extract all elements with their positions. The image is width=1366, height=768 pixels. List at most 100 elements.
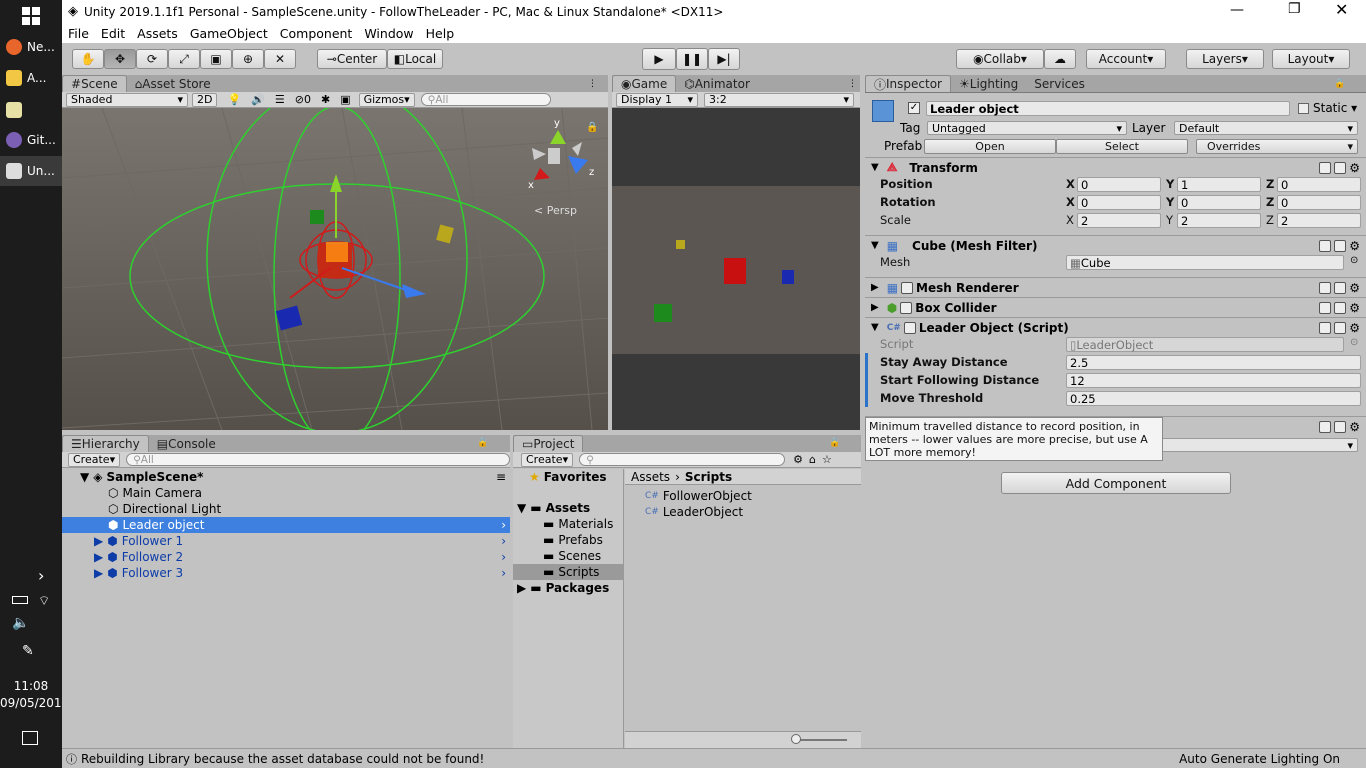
collab-button[interactable]: ◉ Collab ▾ bbox=[956, 49, 1044, 69]
menu-component[interactable]: Component bbox=[280, 26, 353, 41]
follower-cube-green[interactable] bbox=[310, 210, 324, 224]
chevron-right-icon[interactable]: › bbox=[501, 518, 506, 532]
chevron-right-icon[interactable]: › bbox=[38, 566, 44, 585]
hierarchy-item-follower-1[interactable]: ▶ ⬢ Follower 1 › bbox=[62, 533, 510, 549]
filter-label-icon[interactable]: ⌂ bbox=[809, 453, 816, 466]
hierarchy-create-dropdown[interactable]: Create ▾ bbox=[68, 452, 121, 467]
taskbar-item-git[interactable]: Git... bbox=[0, 125, 62, 155]
menu-assets[interactable]: Assets bbox=[137, 26, 178, 41]
rect-tool-button[interactable]: ▣ bbox=[200, 49, 232, 69]
taskbar-item-notepad[interactable] bbox=[0, 95, 62, 125]
prefab-overrides-dropdown[interactable]: Overrides ▾ bbox=[1196, 139, 1358, 154]
battery-icon[interactable] bbox=[12, 596, 28, 604]
layers-button[interactable]: Layers ▾ bbox=[1186, 49, 1264, 69]
wifi-icon[interactable]: ⌔ bbox=[38, 593, 50, 609]
cloud-button[interactable]: ☁ bbox=[1044, 49, 1076, 69]
stay-away-distance-field[interactable]: 2.5 bbox=[1066, 355, 1361, 370]
position-y-field[interactable]: 1 bbox=[1177, 177, 1261, 192]
prefab-open-button[interactable]: Open bbox=[924, 139, 1056, 154]
tab-inspector[interactable]: ⓘ Inspector bbox=[865, 75, 951, 92]
tab-scene[interactable]: # Scene bbox=[62, 75, 127, 92]
shading-mode-dropdown[interactable]: Shaded ▾ bbox=[66, 92, 188, 107]
tab-project[interactable]: ▭ Project bbox=[513, 435, 584, 452]
project-lock-icon[interactable]: 🔒 bbox=[829, 438, 840, 448]
hierarchy-item-follower-3[interactable]: ▶ ⬢ Follower 3 › bbox=[62, 565, 510, 581]
lighting-toggle-icon[interactable]: 💡 bbox=[227, 93, 241, 106]
presets-icon[interactable] bbox=[1334, 321, 1347, 334]
scene-tools-icon[interactable]: ✱ bbox=[321, 93, 330, 106]
pause-button[interactable]: ❚❚ bbox=[676, 48, 708, 70]
gear-icon[interactable]: ⚙ bbox=[1349, 161, 1360, 175]
menu-edit[interactable]: Edit bbox=[101, 26, 125, 41]
breadcrumb-scripts[interactable]: Scripts bbox=[685, 470, 732, 484]
persp-label[interactable]: < Persp bbox=[534, 204, 577, 217]
help-icon[interactable] bbox=[1319, 321, 1332, 334]
mesh-field[interactable]: ▦ Cube bbox=[1066, 255, 1344, 270]
presets-icon[interactable] bbox=[1334, 420, 1347, 433]
favorites-row[interactable]: ★ Favorites bbox=[513, 469, 624, 485]
leader-object-script-header[interactable]: ▼ C# Leader Object (Script) ⚙ bbox=[865, 317, 1366, 337]
step-button[interactable]: ▶| bbox=[708, 48, 740, 70]
presets-icon[interactable] bbox=[1334, 301, 1347, 314]
scale-z-field[interactable]: 2 bbox=[1277, 213, 1361, 228]
presets-icon[interactable] bbox=[1334, 281, 1347, 294]
tab-services[interactable]: Services bbox=[1026, 75, 1093, 92]
menu-help[interactable]: Help bbox=[426, 26, 455, 41]
folder-prefabs[interactable]: ▬ Prefabs bbox=[513, 532, 624, 548]
hierarchy-item-directional-light[interactable]: ⬡ Directional Light bbox=[62, 501, 510, 517]
menu-window[interactable]: Window bbox=[364, 26, 413, 41]
scale-y-field[interactable]: 2 bbox=[1177, 213, 1261, 228]
box-collider-header[interactable]: ▶ ⬢ Box Collider ⚙ bbox=[865, 297, 1366, 317]
packages-folder-row[interactable]: ▶ ▬ Packages bbox=[513, 580, 624, 596]
gear-icon[interactable]: ⚙ bbox=[1349, 321, 1360, 335]
static-checkbox[interactable] bbox=[1298, 103, 1309, 114]
folder-scripts[interactable]: ▬ Scripts bbox=[513, 564, 624, 580]
move-tool-button[interactable]: ✥ bbox=[104, 49, 136, 69]
rotation-y-field[interactable]: 0 bbox=[1177, 195, 1261, 210]
scene-search-input[interactable]: ⚲ All bbox=[420, 93, 551, 106]
scene-view[interactable]: y z x < Persp 🔒 bbox=[62, 108, 608, 430]
auto-generate-lighting-status[interactable]: Auto Generate Lighting On bbox=[1179, 752, 1340, 766]
play-button[interactable]: ▶ bbox=[642, 48, 676, 70]
notifications-icon[interactable] bbox=[22, 731, 38, 745]
scale-x-field[interactable]: 2 bbox=[1077, 213, 1161, 228]
position-z-field[interactable]: 0 bbox=[1277, 177, 1361, 192]
tag-dropdown[interactable]: Untagged ▾ bbox=[927, 121, 1127, 135]
mesh-renderer-enabled-checkbox[interactable] bbox=[901, 281, 914, 294]
inspector-lock-icon[interactable]: 🔒 bbox=[1334, 79, 1345, 89]
pivot-center-button[interactable]: ⊸ Center bbox=[317, 49, 387, 69]
menu-file[interactable]: File bbox=[68, 26, 89, 41]
help-icon[interactable] bbox=[1319, 239, 1332, 252]
custom-tool-button[interactable]: ✕ bbox=[264, 49, 296, 69]
active-checkbox[interactable]: ✓ bbox=[908, 102, 920, 114]
tab-lighting[interactable]: ☀ Lighting bbox=[951, 75, 1026, 92]
status-message[interactable]: Rebuilding Library because the asset dat… bbox=[81, 752, 484, 766]
lock-icon[interactable]: 🔒 bbox=[586, 121, 598, 133]
audio-toggle-icon[interactable]: 🔊 bbox=[251, 93, 265, 106]
help-icon[interactable] bbox=[1319, 301, 1332, 314]
script-enabled-checkbox[interactable] bbox=[903, 321, 916, 334]
folder-materials[interactable]: ▬ Materials bbox=[513, 516, 624, 532]
help-icon[interactable] bbox=[1319, 281, 1332, 294]
help-icon[interactable] bbox=[1319, 161, 1332, 174]
prefab-select-button[interactable]: Select bbox=[1056, 139, 1188, 154]
scene-options-icon[interactable]: ≡ bbox=[496, 470, 506, 484]
layout-button[interactable]: Layout ▾ bbox=[1272, 49, 1350, 69]
position-x-field[interactable]: 0 bbox=[1077, 177, 1161, 192]
gear-icon[interactable]: ⚙ bbox=[1349, 239, 1360, 253]
gear-icon[interactable]: ⚙ bbox=[1349, 301, 1360, 315]
start-following-distance-field[interactable]: 12 bbox=[1066, 373, 1361, 388]
expand-arrow-icon[interactable]: ▶ bbox=[94, 550, 103, 564]
aspect-dropdown[interactable]: 3:2 ▾ bbox=[704, 92, 854, 107]
rotation-z-field[interactable]: 0 bbox=[1277, 195, 1361, 210]
effects-toggle-icon[interactable]: ☰ bbox=[275, 93, 285, 106]
transform-tool-button[interactable]: ⊕ bbox=[232, 49, 264, 69]
camera-icon[interactable]: ▣ bbox=[340, 93, 350, 106]
project-search-input[interactable]: ⚲ bbox=[579, 453, 786, 466]
expand-arrow-icon[interactable]: ▶ bbox=[94, 566, 103, 580]
hierarchy-lock-icon[interactable]: 🔒 bbox=[477, 438, 488, 448]
icon-size-slider-track[interactable] bbox=[795, 739, 847, 741]
box-collider-enabled-checkbox[interactable] bbox=[900, 301, 913, 314]
presets-icon[interactable] bbox=[1334, 239, 1347, 252]
game-view[interactable] bbox=[612, 108, 860, 430]
